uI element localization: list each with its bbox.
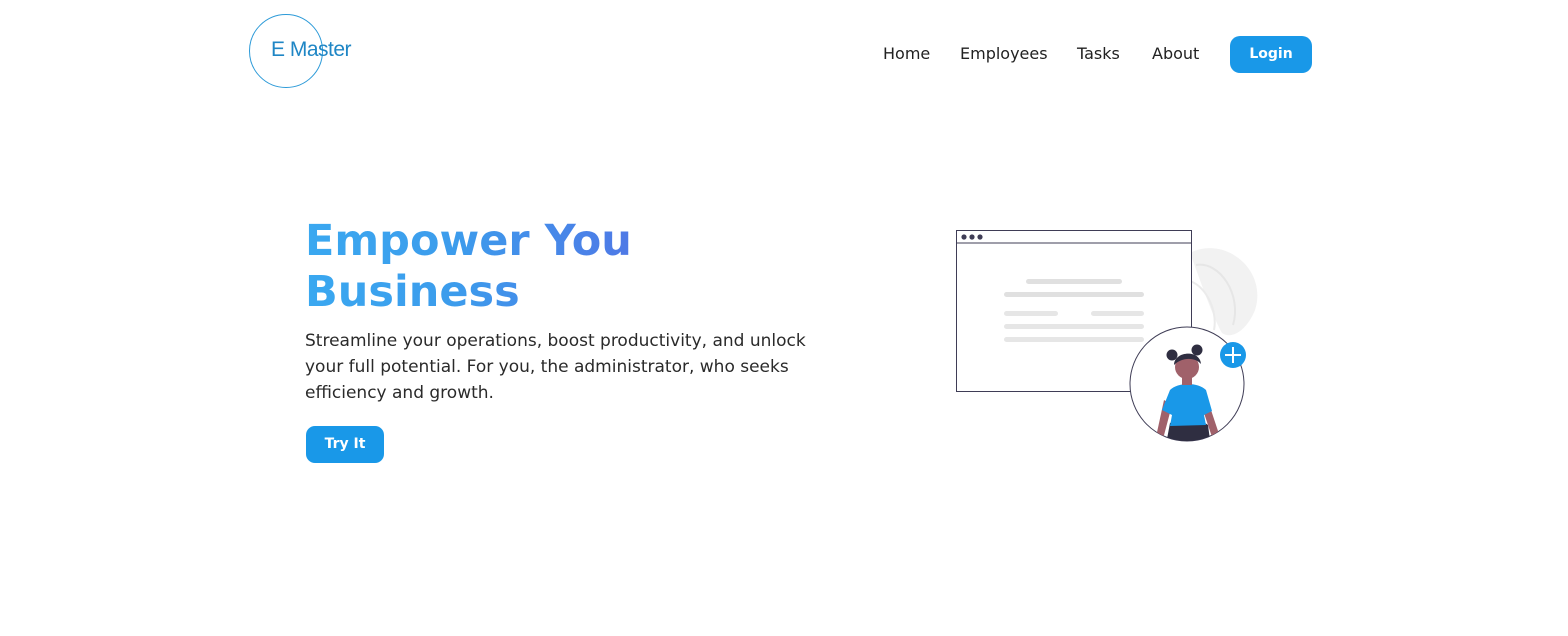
plus-icon	[1220, 342, 1246, 368]
landing-page: E Master Home Employees Tasks About Logi…	[0, 0, 1568, 636]
nav-employees[interactable]: Employees	[960, 44, 1048, 63]
try-it-button[interactable]: Try It	[306, 426, 384, 463]
nav-about[interactable]: About	[1152, 44, 1199, 63]
hero-illustration	[956, 230, 1258, 442]
hero-title-line-2: Business	[305, 267, 635, 318]
hero-subtitle: Streamline your operations, boost produc…	[305, 331, 806, 403]
hero-title: Empower Your Business	[305, 216, 865, 318]
nav-tasks[interactable]: Tasks	[1077, 44, 1120, 63]
leaf-decoration-icon	[1185, 248, 1258, 336]
logo-text[interactable]: E Master	[271, 38, 352, 62]
nav-home[interactable]: Home	[883, 44, 930, 63]
login-button[interactable]: Login	[1230, 36, 1312, 73]
hero-title-line-1: Empower Your	[305, 216, 654, 266]
